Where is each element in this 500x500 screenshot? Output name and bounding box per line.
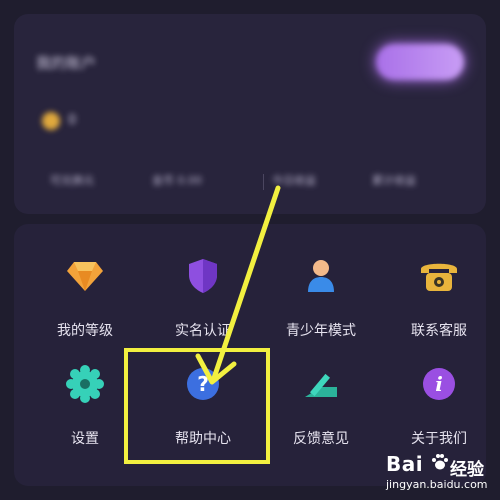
coin-balance: 0 xyxy=(68,113,77,128)
account-title: 我的账户 xyxy=(36,54,97,72)
svg-text:i: i xyxy=(435,372,443,396)
person-icon xyxy=(301,256,341,296)
baidu-watermark: Bai 经验 jingyan.baidu.com xyxy=(386,452,496,496)
paw-icon xyxy=(432,454,448,470)
service-label: 青少年模式 xyxy=(286,323,356,339)
account-stat: 累计收益 xyxy=(372,174,416,187)
service-real-name[interactable]: 实名认证 xyxy=(144,256,262,356)
telephone-icon xyxy=(419,256,459,296)
service-label: 实名认证 xyxy=(175,323,231,339)
shield-icon xyxy=(183,256,223,296)
coin-icon xyxy=(42,112,60,130)
feedback-icon xyxy=(301,364,341,404)
gear-icon xyxy=(65,364,105,404)
service-label: 反馈意见 xyxy=(293,431,349,447)
service-my-level[interactable]: 我的等级 xyxy=(26,256,144,356)
service-contact[interactable]: 联系客服 xyxy=(380,256,498,356)
annotation-highlight-box xyxy=(124,348,270,464)
service-feedback[interactable]: 反馈意见 xyxy=(262,364,380,464)
info-icon: i xyxy=(419,364,459,404)
account-card: 我的账户 0 可兑换元 金币 0.00 今日收益 累计收益 xyxy=(14,14,486,214)
service-label: 联系客服 xyxy=(411,323,467,339)
stat-divider xyxy=(263,174,264,190)
service-teen-mode[interactable]: 青少年模式 xyxy=(262,256,380,356)
account-action-button[interactable] xyxy=(376,44,464,80)
account-stat: 今日收益 xyxy=(272,174,316,187)
account-stat: 金币 0.00 xyxy=(152,174,202,187)
service-about-us[interactable]: i 关于我们 xyxy=(380,364,498,464)
watermark-url: jingyan.baidu.com xyxy=(386,478,488,491)
service-label: 我的等级 xyxy=(57,323,113,339)
watermark-brand: 经验 xyxy=(450,460,484,480)
service-label: 关于我们 xyxy=(411,431,467,447)
watermark-logo: Bai xyxy=(386,452,424,476)
account-stat: 可兑换元 xyxy=(50,174,94,187)
diamond-icon xyxy=(65,256,105,296)
